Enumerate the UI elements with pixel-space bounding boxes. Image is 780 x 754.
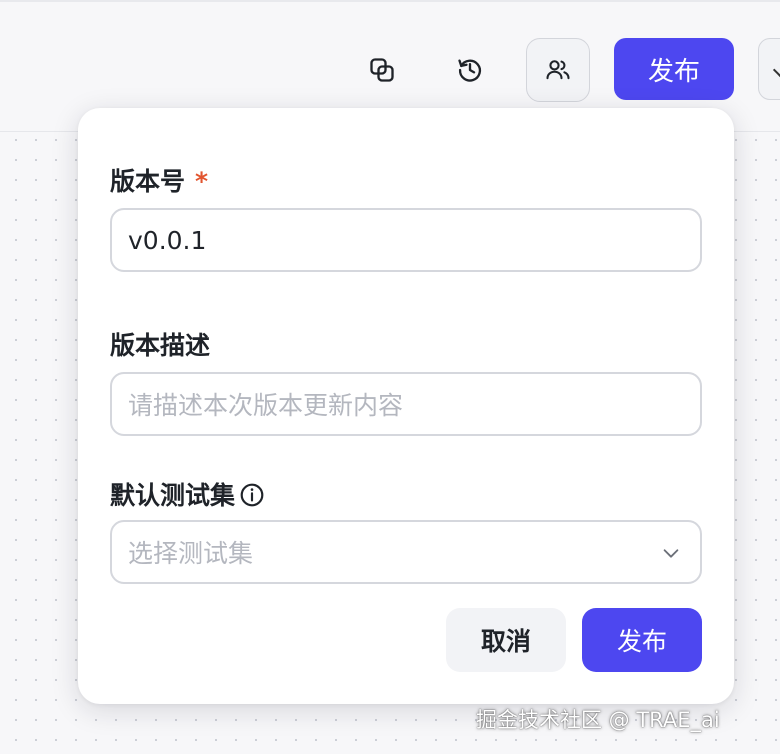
chevron-down-icon	[663, 549, 679, 558]
info-icon[interactable]	[239, 482, 265, 508]
test-set-placeholder: 选择测试集	[128, 539, 254, 568]
cancel-button[interactable]: 取消	[446, 608, 566, 672]
publish-button[interactable]: 发布	[582, 608, 702, 672]
copy-button[interactable]	[350, 38, 414, 102]
more-dropdown-button[interactable]	[758, 38, 780, 100]
test-set-label-text: 默认测试集	[110, 481, 236, 510]
copy-icon	[370, 58, 394, 82]
description-label: 版本描述	[110, 331, 211, 360]
publish-popover: 版本号 * v0.0.1 版本描述 请描述本次版本更新内容 默认测试集 选择测试集…	[78, 108, 734, 704]
version-label-text: 版本号	[110, 167, 186, 196]
test-set-label: 默认测试集	[110, 476, 265, 512]
toolbar-publish-button[interactable]: 发布	[614, 38, 734, 100]
history-button[interactable]	[438, 38, 502, 102]
version-label: 版本号 *	[110, 162, 208, 198]
required-mark: *	[195, 167, 209, 196]
canvas: 发布 版本号 * v0.0.1 版本描述 请描述本次版本更新内容 默认测试集 选择…	[0, 0, 780, 754]
version-value: v0.0.1	[128, 225, 207, 255]
version-input[interactable]: v0.0.1	[110, 208, 702, 272]
watermark: 掘金技术社区 @ TRAE_ai	[476, 708, 720, 732]
description-placeholder: 请描述本次版本更新内容	[128, 391, 404, 420]
users-icon	[546, 60, 570, 80]
description-input[interactable]: 请描述本次版本更新内容	[110, 372, 702, 436]
history-icon	[458, 59, 482, 82]
collaborators-button[interactable]	[526, 38, 590, 102]
test-set-select[interactable]: 选择测试集	[110, 520, 702, 584]
